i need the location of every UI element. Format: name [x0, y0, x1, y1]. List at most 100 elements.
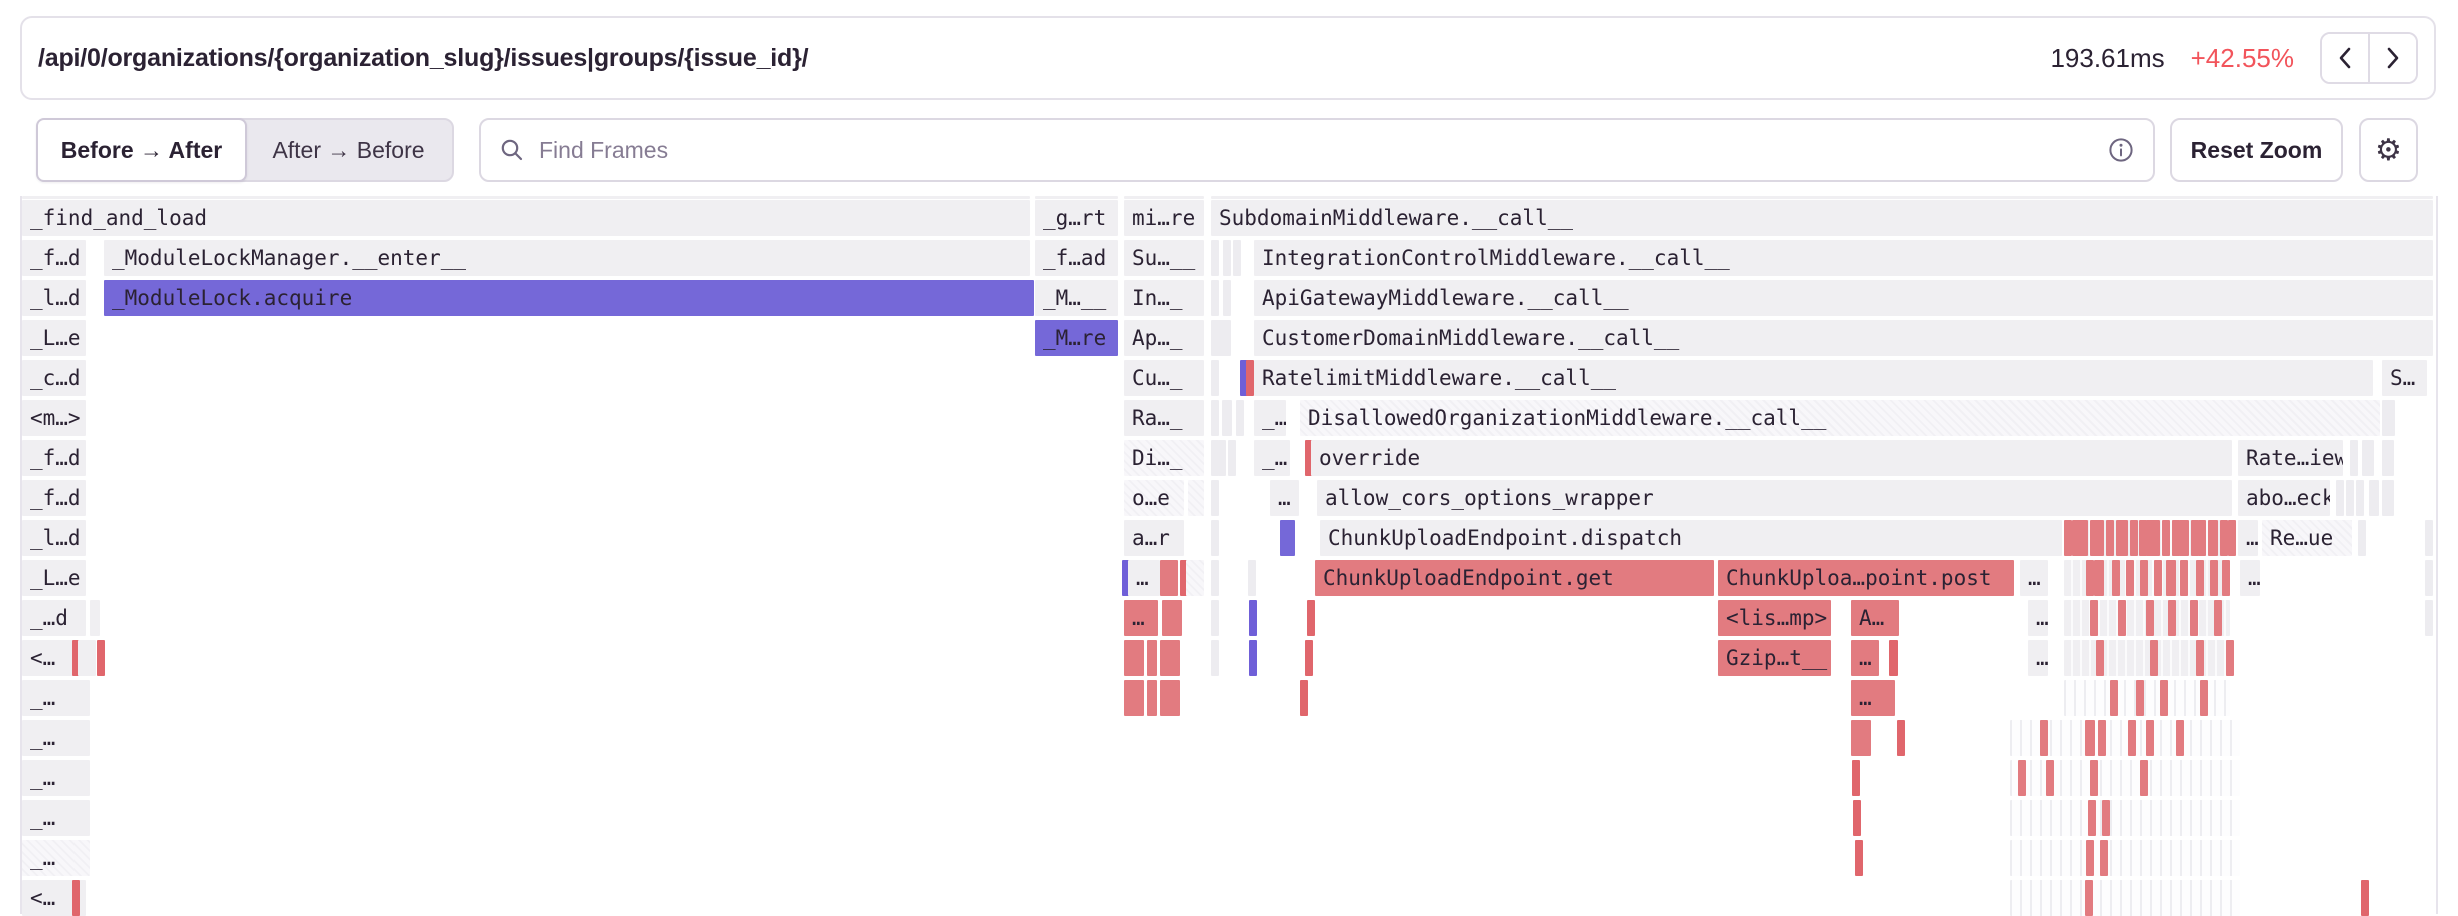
flamegraph-frame[interactable]: … — [2028, 640, 2048, 676]
flamegraph-frame-sliver[interactable] — [1855, 840, 1863, 876]
flamegraph-frame-sliver[interactable] — [1147, 680, 1157, 716]
flamegraph-frame-sliver[interactable] — [2018, 760, 2026, 796]
flamegraph-frame-sliver[interactable] — [2086, 560, 2094, 596]
settings-button[interactable]: ⚙ — [2359, 118, 2418, 182]
flamegraph-frame-sliver[interactable] — [2358, 520, 2366, 556]
flamegraph-frame-sliver[interactable] — [2208, 520, 2218, 556]
flamegraph-frame-sliver[interactable] — [1307, 600, 1315, 636]
flamegraph-frame-sliver[interactable] — [2086, 840, 2094, 876]
flamegraph-frame-sliver[interactable] — [1228, 440, 1236, 476]
segment-after-before[interactable]: After → Before — [245, 120, 452, 180]
flamegraph-frame[interactable]: DisallowedOrganizationMiddleware.__call_… — [1300, 400, 2380, 436]
flamegraph-frame[interactable]: _M…__ — [1035, 280, 1118, 316]
prev-button[interactable] — [2322, 34, 2368, 82]
flamegraph-frame-sliver[interactable] — [1218, 440, 1226, 476]
flamegraph-frame-sliver[interactable] — [2100, 840, 2108, 876]
flamegraph-frame-sliver[interactable] — [2220, 520, 2228, 556]
flamegraph-frame[interactable]: CustomerDomainMiddleware.__call__ — [1254, 320, 2433, 356]
flamegraph-frame[interactable]: … — [1270, 480, 1299, 516]
next-button[interactable] — [2368, 34, 2416, 82]
flamegraph-frame[interactable]: SubdomainMiddleware.__call__ — [1211, 200, 2433, 236]
flamegraph-frame-sliver[interactable] — [2010, 880, 2240, 916]
flamegraph-frame-sliver[interactable] — [1211, 640, 1219, 676]
transaction-title[interactable]: /api/0/organizations/{organization_slug}… — [22, 44, 808, 73]
flamegraph-frame-sliver[interactable] — [1246, 360, 1254, 396]
flamegraph-frame-sliver[interactable] — [1305, 640, 1313, 676]
flamegraph-frame-sliver[interactable] — [2140, 560, 2148, 596]
flamegraph-frame[interactable]: _L…e — [22, 320, 86, 356]
flamegraph-frame[interactable]: _g…rt — [1035, 200, 1118, 236]
flamegraph-frame-sliver[interactable] — [90, 600, 100, 636]
search-input[interactable] — [537, 136, 2095, 165]
flamegraph-frame-sliver[interactable] — [1188, 480, 1204, 516]
flamegraph-frame-sliver[interactable] — [2085, 880, 2093, 916]
flamegraph-frame-sliver[interactable] — [2382, 480, 2394, 516]
flamegraph-frame[interactable]: _ModuleLock.acquire — [104, 280, 1034, 316]
flamegraph-frame-sliver[interactable] — [1233, 240, 1241, 276]
flamegraph-frame[interactable]: Cu…_ — [1124, 360, 1204, 396]
flamegraph-frame-sliver[interactable] — [2222, 560, 2230, 596]
flamegraph-frame[interactable]: ChunkUploa…point.post — [1718, 560, 2014, 596]
flamegraph-frame-sliver[interactable] — [2382, 400, 2395, 436]
flamegraph-frame-sliver[interactable] — [2350, 440, 2358, 476]
flamegraph-frame-sliver[interactable] — [1889, 640, 1898, 676]
flamegraph-frame[interactable]: _l…d — [22, 520, 86, 556]
flamegraph-frame-sliver[interactable] — [2425, 520, 2433, 556]
flamegraph-frame-sliver[interactable] — [2166, 560, 2176, 596]
flamegraph-frame-sliver[interactable] — [2190, 600, 2198, 636]
flamegraph-frame[interactable]: RatelimitMiddleware.__call__ — [1254, 360, 2373, 396]
flamegraph-frame[interactable]: … — [2020, 560, 2048, 596]
flamegraph-frame-sliver[interactable] — [2146, 520, 2160, 556]
flamegraph-frame-sliver[interactable] — [22, 196, 1030, 199]
flamegraph-frame[interactable]: Gzip…t__ — [1718, 640, 1831, 676]
flamegraph-frame-sliver[interactable] — [1223, 240, 1231, 276]
flamegraph-frame-sliver[interactable] — [2150, 640, 2158, 676]
flamegraph-frame-sliver[interactable] — [2214, 600, 2222, 636]
info-icon[interactable] — [2107, 136, 2135, 164]
flamegraph-frame-sliver[interactable] — [2118, 600, 2126, 636]
flamegraph-frame-sliver[interactable] — [1211, 240, 1219, 276]
flamegraph-frame-sliver[interactable] — [2382, 440, 2394, 476]
flamegraph-frame[interactable]: _…d — [22, 600, 86, 636]
flamegraph-frame[interactable]: _f…d — [22, 480, 86, 516]
flamegraph-frame[interactable]: ChunkUploadEndpoint.get — [1315, 560, 1714, 596]
flamegraph-frame-sliver[interactable] — [74, 840, 90, 876]
flamegraph-frame[interactable]: Su…__ — [1124, 240, 1204, 276]
flamegraph-frame-sliver[interactable] — [2362, 440, 2374, 476]
flamegraph-frame-sliver[interactable] — [74, 800, 90, 836]
flamegraph-frame[interactable]: IntegrationControlMiddleware.__call__ — [1254, 240, 2433, 276]
flamegraph-frame-sliver[interactable] — [2085, 720, 2095, 756]
flamegraph-frame[interactable]: … — [1851, 640, 1879, 676]
flamegraph-frame-sliver[interactable] — [1249, 640, 1257, 676]
flamegraph-frame-sliver[interactable] — [1160, 680, 1180, 716]
flamegraph-frame-sliver[interactable] — [2346, 480, 2354, 516]
flamegraph-frame[interactable]: Rate…iew — [2238, 440, 2343, 476]
flamegraph-frame[interactable]: _ModuleLockManager.__enter__ — [104, 240, 1030, 276]
flamegraph-frame[interactable]: <m…> — [22, 400, 86, 436]
flamegraph-frame-sliver[interactable] — [2090, 760, 2098, 796]
flamegraph-frame-sliver[interactable] — [2116, 520, 2128, 556]
flamegraph-frame-sliver[interactable] — [1035, 196, 1118, 199]
flamegraph-frame-sliver[interactable] — [2088, 800, 2096, 836]
flamegraph-frame[interactable]: o…e — [1124, 480, 1184, 516]
flamegraph-frame-sliver[interactable] — [1236, 400, 1244, 436]
segment-before-after[interactable]: Before → After — [36, 118, 247, 182]
flamegraph-frame-sliver[interactable] — [2046, 760, 2054, 796]
flamegraph-frame-sliver[interactable] — [1223, 280, 1231, 316]
flamegraph-frame-sliver[interactable] — [97, 640, 105, 676]
flamegraph-frame[interactable]: … — [1128, 560, 1160, 596]
flamegraph-frame-sliver[interactable] — [2010, 800, 2240, 836]
flamegraph-frame-sliver[interactable] — [2425, 560, 2433, 596]
flamegraph-frame[interactable]: A… — [1851, 600, 1899, 636]
flamegraph-frame-sliver[interactable] — [1300, 680, 1308, 716]
flamegraph-frame-sliver[interactable] — [2210, 560, 2218, 596]
flamegraph-frame[interactable]: _… — [1254, 440, 1290, 476]
flamegraph-frame[interactable]: _L…e — [22, 560, 86, 596]
flamegraph-frame[interactable]: _c…d — [22, 360, 86, 396]
flamegraph-frame-sliver[interactable] — [2369, 480, 2379, 516]
flamegraph-frame-sliver[interactable] — [74, 680, 90, 716]
flamegraph-frame-sliver[interactable] — [74, 760, 90, 796]
flamegraph-frame[interactable]: Re…ue — [2262, 520, 2352, 556]
flamegraph-frame[interactable]: _f…d — [22, 440, 86, 476]
flamegraph-frame-sliver[interactable] — [1160, 560, 1178, 596]
